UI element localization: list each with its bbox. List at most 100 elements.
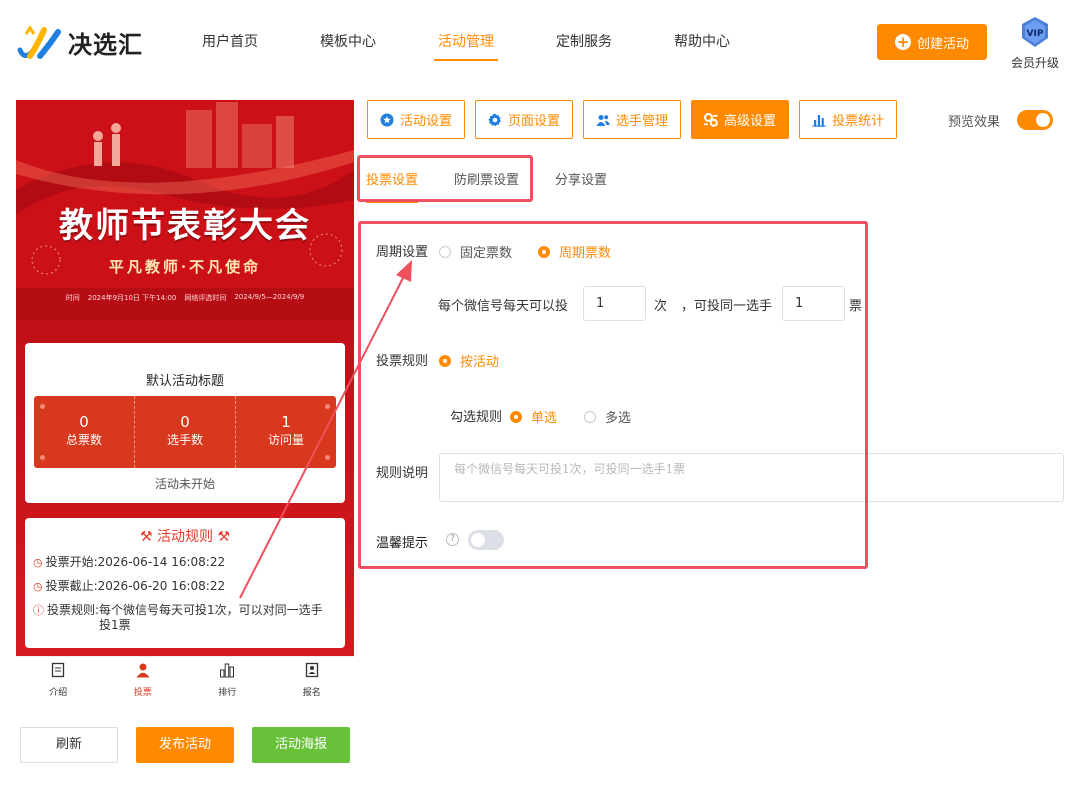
- tab-vote[interactable]: 投票: [101, 657, 186, 702]
- radio-circle: [538, 245, 550, 258]
- vip-label: 会员升级: [1010, 56, 1059, 70]
- daily-votes-unit: 次: [654, 299, 668, 314]
- stats-card: 默认活动标题 0 总票数 0 选手数 1 访问量 活动未开始: [25, 343, 345, 503]
- stat-label: 选手数: [166, 433, 203, 447]
- stat-value: 1: [281, 413, 291, 431]
- users-icon: [596, 114, 610, 126]
- radio-period-votes[interactable]: 周期票数: [538, 242, 611, 261]
- help-icon[interactable]: ?: [446, 533, 459, 546]
- subtab-share-settings[interactable]: 分享设置: [555, 169, 607, 203]
- nav-item-custom-service[interactable]: 定制服务: [556, 0, 612, 84]
- radio-label: 固定票数: [460, 246, 513, 261]
- preview-effect-label: 预览效果: [948, 115, 1001, 130]
- tab-label: 高级设置: [724, 114, 777, 129]
- rule-label: 投票截止:: [45, 579, 98, 593]
- banner-info-right: 2024/9/5—2024/9/9: [234, 293, 305, 301]
- activity-title: 默认活动标题: [145, 374, 224, 389]
- rule-value: 2026-06-20 16:08:22: [97, 579, 226, 593]
- tab-contestant-management[interactable]: 选手管理: [583, 100, 682, 139]
- gear-icon: [488, 113, 502, 126]
- same-contestant-label: ，可投同一选手: [681, 299, 773, 314]
- radio-circle: [439, 245, 451, 258]
- plus-circle-icon: +: [894, 33, 911, 51]
- subtab-anti-fraud[interactable]: 防刷票设置: [454, 169, 519, 203]
- document-icon: [52, 662, 65, 678]
- banner-info-right-label: 网络评选时间: [184, 294, 227, 302]
- clock-icon: ◷: [33, 556, 43, 569]
- rule-label: 投票规则:: [47, 603, 100, 617]
- publish-activity-button[interactable]: 发布活动: [136, 727, 234, 763]
- radio-fixed-votes[interactable]: 固定票数: [439, 242, 512, 261]
- tab-intro[interactable]: 介绍: [16, 657, 101, 702]
- tab-advanced-settings[interactable]: 高级设置: [691, 100, 790, 139]
- clock-icon: ◷: [33, 580, 43, 593]
- main-nav: 用户首页 模板中心 活动管理 定制服务 帮助中心: [202, 0, 792, 84]
- radio-label: 按活动: [460, 355, 500, 370]
- tab-ranking[interactable]: 排行: [185, 657, 270, 702]
- bar-chart-icon: [812, 114, 826, 127]
- tab-label: 选手管理: [616, 114, 669, 129]
- annotation-highlight-form: [358, 221, 868, 569]
- rules-title: ⚒ 活动规则 ⚒: [25, 526, 345, 546]
- preview-effect-toggle[interactable]: [1017, 110, 1053, 130]
- decor-dot: [40, 404, 45, 409]
- tab-vote-statistics[interactable]: 投票统计: [799, 100, 898, 139]
- star-icon: [380, 113, 394, 126]
- radio-label: 单选: [531, 411, 558, 426]
- nav-item-activities[interactable]: 活动管理: [434, 0, 498, 84]
- preview-tabbar: 介绍 投票 排行 报名: [16, 656, 354, 702]
- stat-value: 0: [79, 413, 89, 431]
- phone-preview: 教师节表彰大会 平凡教师·不凡使命 时间 2024年9月10日 下午14:00 …: [16, 100, 354, 702]
- vote-rule-label: 投票规则: [376, 354, 429, 369]
- banner-subtitle: 平凡教师·不凡使命: [108, 258, 262, 276]
- same-contestant-votes-input[interactable]: [782, 286, 845, 321]
- tab-page-settings[interactable]: 页面设置: [475, 100, 574, 139]
- rule-value: 每个微信号每天可投1次，可以对同一选手投1票: [99, 603, 323, 632]
- radio-by-activity[interactable]: 按活动: [439, 351, 499, 370]
- tab-label: 排行: [218, 688, 237, 698]
- radio-circle: [510, 410, 522, 423]
- top-navbar: 决选汇 用户首页 模板中心 活动管理 定制服务 帮助中心 + 创建活动 VIP …: [0, 0, 1072, 84]
- tips-toggle[interactable]: [468, 530, 504, 550]
- decor-dot: [325, 404, 330, 409]
- create-activity-button[interactable]: + 创建活动: [877, 24, 987, 60]
- rule-vote: ⓘ 投票规则: 每个微信号每天可投1次，可以对同一选手投1票: [33, 603, 345, 633]
- tab-label: 投票: [133, 688, 152, 698]
- refresh-button[interactable]: 刷新: [20, 727, 118, 763]
- radio-multi-select[interactable]: 多选: [584, 407, 631, 426]
- preview-banner: 教师节表彰大会 平凡教师·不凡使命 时间 2024年9月10日 下午14:00 …: [16, 100, 354, 326]
- nav-item-templates[interactable]: 模板中心: [320, 0, 376, 84]
- decor-dot: [325, 455, 330, 460]
- rule-value: 2026-06-14 16:08:22: [97, 555, 226, 569]
- daily-votes-label: 每个微信号每天可以投: [438, 299, 569, 314]
- logo-icon: [17, 25, 61, 59]
- stats-bar: 0 总票数 0 选手数 1 访问量: [34, 396, 336, 468]
- radio-circle: [439, 354, 451, 367]
- brand-logo[interactable]: 决选汇: [16, 22, 143, 62]
- nav-item-home[interactable]: 用户首页: [202, 0, 258, 84]
- banner-info: 时间 2024年9月10日 下午14:00 网络评选时间 2024/9/5—20…: [16, 293, 354, 303]
- banner-info-left-label: 时间: [65, 294, 80, 302]
- vip-upgrade[interactable]: VIP 会员升级: [1006, 16, 1064, 71]
- daily-votes-input[interactable]: [583, 286, 646, 321]
- stat-contestants: 0 选手数: [135, 396, 236, 468]
- tab-activity-settings[interactable]: 活动设置: [367, 100, 466, 139]
- subtab-vote-settings[interactable]: 投票设置: [366, 169, 419, 203]
- radio-single-select[interactable]: 单选: [510, 407, 557, 426]
- same-contestant-unit: 票: [849, 299, 863, 314]
- advanced-gear-icon: [704, 112, 718, 127]
- tab-signup[interactable]: 报名: [270, 657, 355, 702]
- rule-start: ◷ 投票开始: 2026-06-14 16:08:22: [33, 555, 345, 570]
- stat-label: 总票数: [65, 433, 102, 447]
- gavel-icon: ⚒: [217, 529, 231, 545]
- rule-label: 投票开始:: [45, 555, 98, 569]
- rule-description-textarea[interactable]: [439, 453, 1064, 502]
- rule-end: ◷ 投票截止: 2026-06-20 16:08:22: [33, 579, 345, 594]
- tab-label: 投票统计: [832, 114, 885, 129]
- settings-subtabs: 投票设置 防刷票设置 分享设置: [366, 169, 643, 203]
- preview-actions: 刷新 发布活动 活动海报: [20, 727, 368, 763]
- tips-label: 温馨提示: [376, 536, 429, 551]
- nav-item-help[interactable]: 帮助中心: [674, 0, 730, 84]
- activity-poster-button[interactable]: 活动海报: [252, 727, 350, 763]
- tab-label: 介绍: [49, 688, 68, 698]
